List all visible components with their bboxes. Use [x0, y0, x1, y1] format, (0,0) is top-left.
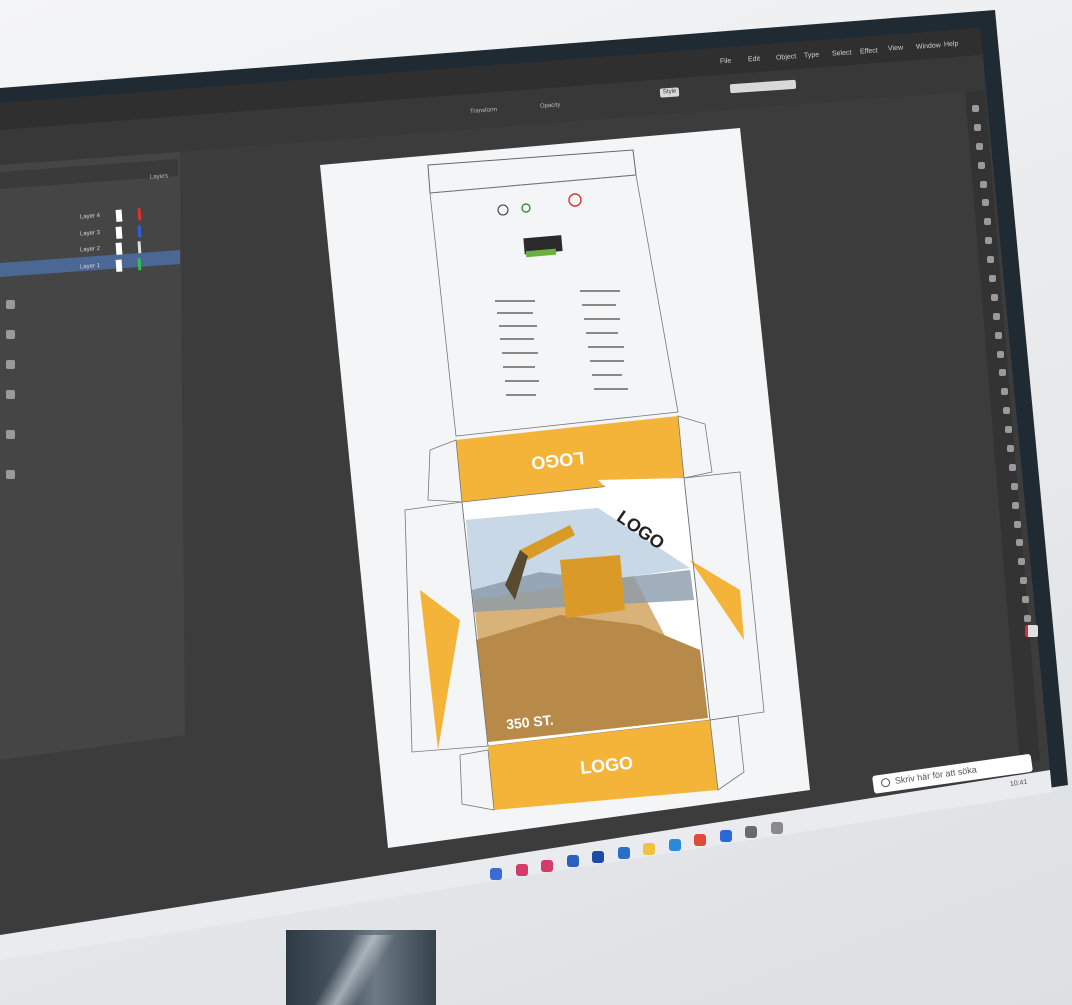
chrome-icon[interactable]	[694, 834, 706, 847]
rectangle-icon[interactable]	[987, 256, 995, 264]
ui-overlay: File Edit Object Type Select Effect View Window…	[0, 0, 1072, 1005]
menu-item-object[interactable]: Object	[776, 53, 797, 61]
control-transform-label[interactable]: Transform	[470, 107, 497, 115]
selection-icon[interactable]	[972, 105, 979, 112]
artboard-icon[interactable]	[1018, 558, 1026, 566]
brush-tool-icon[interactable]	[6, 360, 15, 369]
store-icon[interactable]	[745, 826, 757, 838]
menu-item-window[interactable]: Window	[916, 42, 941, 51]
width-icon[interactable]	[998, 369, 1006, 377]
brush-icon[interactable]	[989, 275, 997, 282]
menu-item-edit[interactable]: Edit	[748, 55, 761, 63]
shape-builder-icon[interactable]	[1002, 407, 1010, 415]
control-opacity-label[interactable]: Opacity	[540, 102, 561, 109]
symbol-icon[interactable]	[1014, 520, 1022, 528]
edge-icon[interactable]	[668, 838, 681, 851]
select-tool-icon[interactable]	[6, 300, 15, 309]
menu-item-effect[interactable]: Effect	[860, 47, 878, 55]
zoom-icon[interactable]	[1024, 615, 1031, 622]
layer-name: Layer 4	[79, 213, 101, 221]
tray-clock[interactable]: 10:41	[1010, 779, 1028, 788]
control-dropdown[interactable]	[729, 79, 797, 94]
type-tool-icon[interactable]	[6, 390, 15, 399]
pen-tool-icon[interactable]	[6, 330, 15, 339]
shape-tool-icon[interactable]	[6, 430, 15, 439]
mail-icon[interactable]	[719, 830, 732, 843]
blend-icon[interactable]	[1012, 501, 1020, 509]
slice-icon[interactable]	[1020, 577, 1028, 585]
search-icon	[880, 777, 891, 788]
fill-stroke-swatch[interactable]	[1025, 625, 1038, 637]
layer-thumbnail	[115, 209, 123, 222]
folder-icon[interactable]	[643, 842, 655, 855]
taskbar-search[interactable]: Skriv här för att söka	[872, 753, 1033, 794]
eyedropper-icon[interactable]	[1010, 482, 1018, 490]
app-red-icon[interactable]	[515, 863, 528, 876]
warp-icon[interactable]	[1000, 388, 1008, 396]
direct-select-icon[interactable]	[973, 123, 981, 131]
line-icon[interactable]	[985, 237, 993, 245]
control-style-button[interactable]: Style	[659, 87, 680, 98]
layer-name: Layer 2	[79, 246, 101, 254]
menu-item-type[interactable]: Type	[804, 51, 820, 59]
layers-tab-label[interactable]: Layers	[150, 173, 168, 180]
layer-color-swatch	[137, 258, 142, 271]
layer-thumbnail	[115, 259, 123, 273]
app-blue-icon[interactable]	[566, 855, 579, 868]
gradient-icon[interactable]	[1008, 463, 1016, 471]
graph-icon[interactable]	[1016, 539, 1024, 547]
mesh-icon[interactable]	[1006, 445, 1014, 452]
eraser-icon[interactable]	[993, 312, 1001, 320]
eyedropper-tool-icon[interactable]	[6, 470, 15, 479]
menu-item-view[interactable]: View	[888, 45, 903, 53]
lasso-icon[interactable]	[977, 161, 985, 169]
shield-icon[interactable]	[490, 868, 502, 880]
layer-color-swatch	[137, 208, 142, 221]
app-navy-icon[interactable]	[592, 851, 604, 864]
layer-color-swatch	[137, 241, 142, 254]
pencil-icon[interactable]	[991, 293, 999, 301]
layer-color-swatch	[137, 224, 142, 238]
search-placeholder: Skriv här för att söka	[894, 764, 978, 786]
layer-thumbnail	[115, 242, 123, 256]
rotate-icon[interactable]	[995, 331, 1003, 339]
scale-icon[interactable]	[997, 350, 1005, 358]
menu-item-file[interactable]: File	[720, 58, 732, 66]
layer-thumbnail	[115, 226, 123, 239]
curvature-icon[interactable]	[981, 199, 989, 207]
menu-item-select[interactable]: Select	[832, 49, 852, 57]
desktop-icon[interactable]	[770, 821, 783, 834]
hand-icon[interactable]	[1022, 596, 1030, 604]
layer-row[interactable]: Layer 1	[80, 256, 151, 277]
layer-name: Layer 3	[79, 229, 101, 238]
magic-wand-icon[interactable]	[975, 142, 983, 150]
perspective-icon[interactable]	[1004, 426, 1012, 434]
layer-name: Layer 1	[79, 263, 101, 271]
pen-icon[interactable]	[979, 180, 987, 188]
app-teal-icon[interactable]	[617, 847, 630, 859]
app-pink-icon[interactable]	[541, 859, 553, 872]
type-icon[interactable]	[983, 218, 991, 226]
menu-item-help[interactable]: Help	[944, 41, 959, 49]
